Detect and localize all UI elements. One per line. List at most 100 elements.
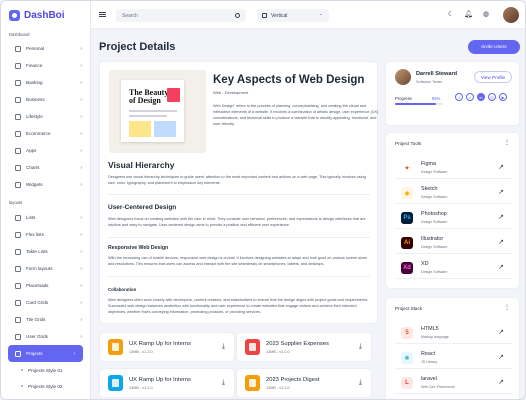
file-card[interactable]: 2023 Projects Digest 13MB - v1.2.0 ⤓	[236, 368, 372, 398]
tool-item-laravel[interactable]: Llaravel Web Dev Framework ↗	[395, 372, 512, 394]
file-icon	[245, 375, 260, 391]
sidebar-item-label: Widgets	[26, 182, 43, 187]
search-input[interactable]: Search	[116, 9, 246, 22]
view-profile-button[interactable]: View Profile	[474, 71, 512, 83]
sidebar-item-widgets[interactable]: Widgets ›	[1, 176, 90, 193]
tool-item-illustrator[interactable]: Ai Illustrator Design Software ↗	[395, 232, 512, 254]
menu-toggle-icon[interactable]	[99, 12, 106, 17]
business-icon	[15, 96, 21, 103]
sidebar-subitem-projects-style-01[interactable]: Projects Style 01	[1, 362, 90, 378]
linkedin-icon[interactable]: in	[477, 93, 485, 101]
sidebar-item-label: Banking	[26, 80, 43, 85]
tool-item-react[interactable]: ⚛ React JS Library ↗	[395, 347, 512, 369]
arrow-up-right-icon[interactable]: ↗	[498, 238, 504, 246]
sidebar-item-tile-grids[interactable]: Tile Grids ›	[1, 311, 90, 328]
arrow-up-right-icon[interactable]: ↗	[498, 328, 504, 336]
file-name: 2023 Supplier Expenses	[266, 341, 329, 347]
project-tools-card: Project Tools ⋮ ✦ Figma Design Software ↗ ◆ S…	[385, 132, 520, 289]
chevron-down-icon: ⌄	[318, 11, 323, 17]
sidebar-item-card-grids[interactable]: Card Grids ›	[1, 294, 90, 311]
profile-avatar	[395, 69, 411, 85]
layout-select[interactable]: Vertical ⌄	[257, 9, 329, 22]
dark-mode-moon-icon[interactable]: ☾	[447, 11, 455, 19]
tool-name: laravel	[421, 376, 437, 382]
article-hero-image: The Beauty of Design	[109, 70, 206, 153]
instagram-icon[interactable]: ◎	[488, 93, 496, 101]
sidebar-item-apps[interactable]: Apps ›	[1, 142, 90, 159]
tool-item-figma[interactable]: ✦ Figma Design Software ↗	[395, 157, 512, 179]
table-lists-icon	[15, 248, 21, 255]
sidebar-subitem-projects-style-02[interactable]: Projects Style 02	[1, 378, 90, 394]
arrow-up-right-icon[interactable]: ↗	[498, 188, 504, 196]
sidebar-subitem-label: Projects Style 01	[28, 367, 63, 373]
download-icon[interactable]: ⤓	[359, 379, 362, 387]
layout-select-value: Vertical	[271, 12, 288, 19]
tool-name: Figma	[421, 161, 436, 167]
chevron-right-icon: ›	[80, 248, 82, 255]
project-stack-card: Project Stack ⋮ 5 HTML5 Markup language ↗ ⚛ R…	[385, 297, 520, 399]
sidebar-item-lifestyle[interactable]: Lifestyle ›	[1, 108, 90, 125]
tool-item-sketch[interactable]: ◆ Sketch Design Software ↗	[395, 182, 512, 204]
file-card[interactable]: 2023 Supplier Expenses 13MB - v1.2.0 ⤓	[236, 332, 372, 362]
download-icon[interactable]: ⤓	[359, 343, 362, 351]
sidebar-item-ecommerce[interactable]: Ecommerce ›	[1, 125, 90, 142]
arrow-up-right-icon[interactable]: ↗	[498, 263, 504, 271]
arrow-up-right-icon[interactable]: ↗	[498, 378, 504, 386]
section-text: Web designers often work closely with de…	[108, 298, 369, 314]
tool-description: Web Dev Framework	[421, 385, 455, 389]
chevron-right-icon: ›	[73, 350, 75, 357]
youtube-icon[interactable]: ▶	[499, 93, 507, 101]
app-logo[interactable]: DashBoi	[1, 1, 90, 29]
banking-icon	[15, 79, 21, 86]
twitter-icon[interactable]: t	[466, 93, 474, 101]
download-icon[interactable]: ⤓	[222, 379, 225, 387]
flex-lists-icon	[15, 231, 21, 238]
invite-users-button[interactable]: Invite Users	[468, 40, 520, 54]
sidebar-item-placeloads[interactable]: Placeloads ›	[1, 277, 90, 294]
sidebar-item-label: Lifestyle	[26, 114, 43, 119]
sidebar-item-banking[interactable]: Banking ›	[1, 74, 90, 91]
user-avatar[interactable]	[503, 7, 519, 23]
file-card[interactable]: UX Ramp Up for Interns 13MB - v1.2.0 ⤓	[99, 332, 235, 362]
sidebar-subitem-projects-style-03[interactable]: Projects Style 03	[1, 394, 90, 399]
download-icon[interactable]: ⤓	[222, 343, 225, 351]
react-logo-icon: ⚛	[401, 352, 413, 364]
file-name: UX Ramp Up for Interns	[129, 377, 191, 383]
sidebar-item-projects[interactable]: Projects ›	[8, 345, 83, 362]
tool-description: Design Software	[421, 270, 448, 274]
sidebar-item-lists[interactable]: Lists ›	[1, 209, 90, 226]
sidebar-item-personal[interactable]: Personal ›	[1, 40, 90, 57]
arrow-up-right-icon[interactable]: ↗	[498, 213, 504, 221]
app-frame: DashBoi Dashboard Personal › Finance › Banki…	[0, 0, 526, 400]
projects-icon	[15, 350, 21, 357]
section-heading: Collaboration	[108, 287, 137, 292]
arrow-up-right-icon[interactable]: ↗	[498, 163, 504, 171]
tool-item-xd[interactable]: Xd XD Design Software ↗	[395, 257, 512, 279]
more-options-icon[interactable]: ⋮	[504, 304, 510, 311]
profile-role: Software Tester	[416, 80, 443, 84]
chevron-right-icon: ›	[80, 333, 82, 340]
section-heading: Visual Hierarchy	[108, 160, 175, 170]
topbar: Search Vertical ⌄ ☾ 🔔︎ ◍	[91, 1, 525, 29]
sidebar-projects-submenu: Projects Style 01 Projects Style 02 Projec…	[1, 362, 90, 399]
facebook-icon[interactable]: f	[455, 93, 463, 101]
arrow-up-right-icon[interactable]: ↗	[498, 353, 504, 361]
sidebar-item-user-grids[interactable]: User Grids ›	[1, 328, 90, 345]
notification-bell-icon[interactable]: 🔔︎	[464, 11, 473, 19]
tool-item-html5[interactable]: 5 HTML5 Markup language ↗	[395, 322, 512, 344]
sidebar-item-finance[interactable]: Finance ›	[1, 57, 90, 74]
search-icon[interactable]	[235, 12, 240, 18]
sidebar-item-table-lists[interactable]: Table Lists ›	[1, 243, 90, 260]
sidebar-item-form-layouts[interactable]: Form layouts ›	[1, 260, 90, 277]
language-globe-icon[interactable]: ◍	[482, 11, 490, 19]
tile-grids-icon	[15, 316, 21, 323]
sidebar-item-charts[interactable]: Charts ›	[1, 159, 90, 176]
more-options-icon[interactable]: ⋮	[504, 139, 510, 146]
project-stack-title: Project Stack	[395, 306, 423, 311]
sidebar-item-business[interactable]: Business ›	[1, 91, 90, 108]
file-card[interactable]: UX Ramp Up for Interns 13MB - v1.2.0 ⤓	[99, 368, 235, 398]
book-title: The Beauty of Design	[129, 88, 169, 105]
sidebar-layouts-list: Lists › Flex lists › Table Lists › Form layout…	[1, 209, 90, 362]
sidebar-item-flex-lists[interactable]: Flex lists ›	[1, 226, 90, 243]
tool-item-photoshop[interactable]: Ps Photoshop Design Software ↗	[395, 207, 512, 229]
